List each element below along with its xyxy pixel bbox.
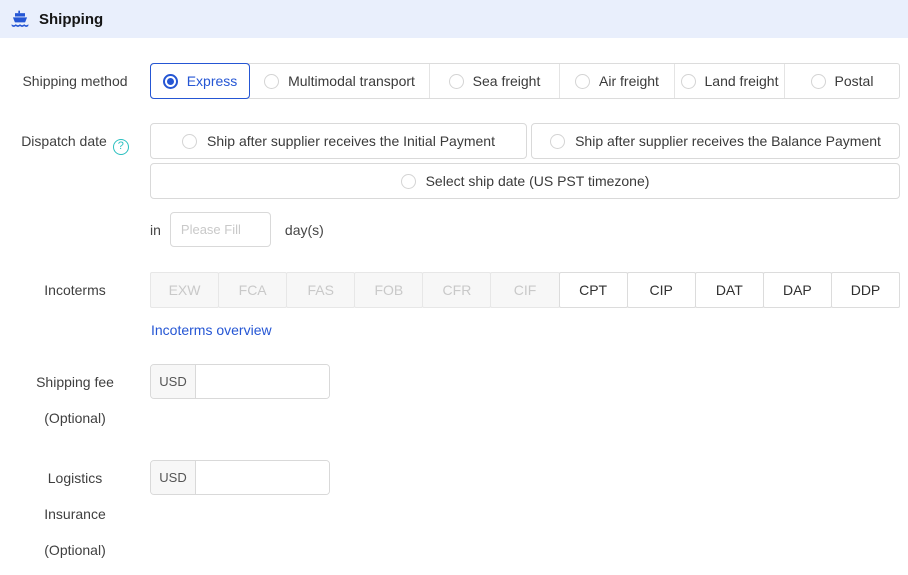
option-label: Multimodal transport <box>288 73 415 89</box>
option-label: Postal <box>835 73 874 89</box>
option-label: Land freight <box>705 73 779 89</box>
shipping-method-label: Shipping method <box>0 63 150 99</box>
radio-checked-icon <box>163 74 178 89</box>
incoterm-ddp[interactable]: DDP <box>831 272 900 308</box>
option-label: Express <box>187 73 238 89</box>
radio-icon <box>401 174 416 189</box>
incoterms-label: Incoterms <box>0 272 150 308</box>
currency-label: USD <box>151 461 196 494</box>
shipping-fee-label: Shipping fee (Optional) <box>0 364 150 436</box>
shipping-fee-optional-line: (Optional) <box>0 400 150 436</box>
logistics-insurance-label: Logistics Insurance (Optional) <box>0 460 150 568</box>
incoterms-row: Incoterms EXW FCA FAS FOB CFR CIF CPT CI… <box>0 272 908 308</box>
shipping-method-option-land-freight[interactable]: Land freight <box>674 64 784 98</box>
dispatch-date-label-text: Dispatch date <box>21 133 107 149</box>
shipping-fee-input-group: USD <box>150 364 330 399</box>
days-suffix-label: day(s) <box>285 222 324 238</box>
shipping-fee-input[interactable] <box>196 365 330 398</box>
dispatch-option-balance-payment[interactable]: Ship after supplier receives the Balance… <box>531 123 900 159</box>
option-label: Select ship date (US PST timezone) <box>426 173 650 189</box>
incoterm-cif: CIF <box>490 272 559 308</box>
logistics-insurance-input-group: USD <box>150 460 330 495</box>
incoterms-overview-link[interactable]: Incoterms overview <box>151 322 272 338</box>
dispatch-date-row: Dispatch date? Ship after supplier recei… <box>0 123 908 247</box>
incoterm-fas: FAS <box>286 272 355 308</box>
shipping-fee-label-line: Shipping fee <box>0 364 150 400</box>
logistics-optional-line: (Optional) <box>0 532 150 568</box>
incoterm-cip[interactable]: CIP <box>627 272 696 308</box>
radio-icon <box>811 74 826 89</box>
shipping-method-option-multimodal[interactable]: Multimodal transport <box>249 64 429 98</box>
dispatch-option-select-ship-date[interactable]: Select ship date (US PST timezone) <box>150 163 900 199</box>
dispatch-date-label: Dispatch date? <box>0 123 150 159</box>
incoterm-cpt[interactable]: CPT <box>559 272 628 308</box>
radio-icon <box>182 134 197 149</box>
shipping-method-group: Express Multimodal transport Sea freight… <box>150 63 900 99</box>
shipping-method-row: Shipping method Express Multimodal trans… <box>0 63 908 99</box>
incoterm-dap[interactable]: DAP <box>763 272 832 308</box>
currency-label: USD <box>151 365 196 398</box>
incoterm-fca: FCA <box>218 272 287 308</box>
days-input[interactable] <box>170 212 271 247</box>
option-label: Sea freight <box>473 73 541 89</box>
shipping-method-option-air-freight[interactable]: Air freight <box>559 64 674 98</box>
shipping-method-option-postal[interactable]: Postal <box>784 64 899 98</box>
radio-icon <box>550 134 565 149</box>
incoterm-exw: EXW <box>150 272 219 308</box>
shipping-method-option-sea-freight[interactable]: Sea freight <box>429 64 559 98</box>
radio-icon <box>681 74 696 89</box>
radio-icon <box>575 74 590 89</box>
page-title: Shipping <box>39 11 103 28</box>
help-icon[interactable]: ? <box>113 139 129 155</box>
logistics-insurance-input[interactable] <box>196 461 330 494</box>
incoterm-dat[interactable]: DAT <box>695 272 764 308</box>
incoterm-cfr: CFR <box>422 272 491 308</box>
radio-icon <box>449 74 464 89</box>
insurance-label-line: Insurance <box>0 496 150 532</box>
incoterms-group: EXW FCA FAS FOB CFR CIF CPT CIP DAT DAP … <box>150 272 900 308</box>
days-prefix-label: in <box>150 222 161 238</box>
logistics-insurance-row: Logistics Insurance (Optional) USD <box>0 460 908 568</box>
radio-icon <box>264 74 279 89</box>
logistics-label-line: Logistics <box>0 460 150 496</box>
option-label: Air freight <box>599 73 659 89</box>
dispatch-option-initial-payment[interactable]: Ship after supplier receives the Initial… <box>150 123 527 159</box>
shipping-fee-row: Shipping fee (Optional) USD <box>0 364 908 436</box>
ship-icon <box>10 9 30 29</box>
option-label: Ship after supplier receives the Initial… <box>207 133 495 149</box>
option-label: Ship after supplier receives the Balance… <box>575 133 881 149</box>
section-header: Shipping <box>0 0 908 38</box>
incoterm-fob: FOB <box>354 272 423 308</box>
shipping-method-option-express[interactable]: Express <box>150 63 250 99</box>
